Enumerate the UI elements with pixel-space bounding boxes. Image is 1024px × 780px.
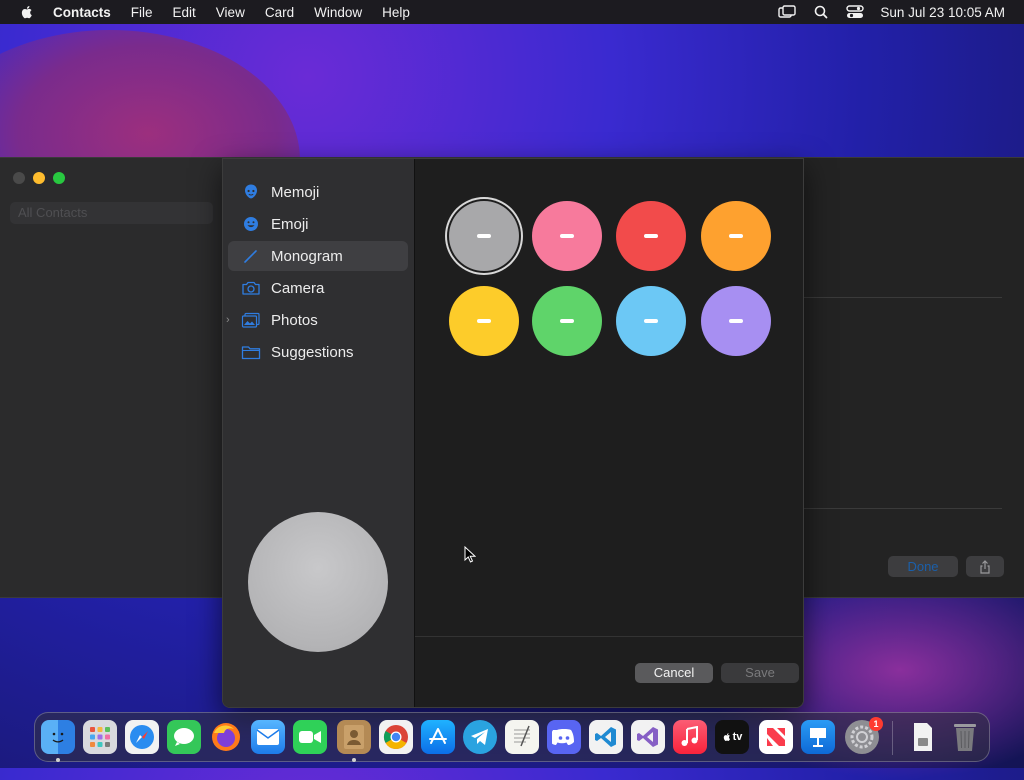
monogram-placeholder xyxy=(644,234,658,238)
picture-picker-sheet: Memoji Emoji Monogram Camera › Photos Su… xyxy=(222,158,804,708)
menu-help[interactable]: Help xyxy=(382,5,410,20)
running-indicator xyxy=(352,758,356,762)
telegram-icon[interactable] xyxy=(463,720,497,754)
disk-image-icon[interactable] xyxy=(906,720,940,754)
memoji-icon xyxy=(241,182,261,202)
source-item-label: Monogram xyxy=(271,247,343,265)
mouse-pointer-icon xyxy=(464,546,476,563)
save-button[interactable]: Save xyxy=(721,663,799,683)
source-item-label: Memoji xyxy=(271,183,320,201)
source-item-label: Emoji xyxy=(271,215,309,233)
menu-window[interactable]: Window xyxy=(314,5,362,20)
menu-card[interactable]: Card xyxy=(265,5,294,20)
window-zoom-button[interactable] xyxy=(53,172,65,184)
music-icon[interactable] xyxy=(673,720,707,754)
trash-icon[interactable] xyxy=(948,720,982,754)
menu-bar: Contacts File Edit View Card Window Help… xyxy=(0,0,1024,24)
contacts-app-icon[interactable] xyxy=(337,720,371,754)
monogram-placeholder xyxy=(560,234,574,238)
divider xyxy=(415,636,803,637)
vscode-icon[interactable] xyxy=(589,720,623,754)
dock-separator xyxy=(892,721,893,755)
firefox-icon[interactable] xyxy=(209,720,243,754)
source-item-label: Photos xyxy=(271,311,318,329)
monogram-placeholder xyxy=(729,234,743,238)
menu-edit[interactable]: Edit xyxy=(173,5,196,20)
color-swatch-yellow[interactable] xyxy=(449,286,519,356)
done-button[interactable]: Done xyxy=(888,556,958,577)
monogram-placeholder xyxy=(729,319,743,323)
color-swatch-pink[interactable] xyxy=(532,201,602,271)
monogram-color-grid: Cancel Save xyxy=(415,159,803,707)
monogram-placeholder xyxy=(560,319,574,323)
menu-view[interactable]: View xyxy=(216,5,245,20)
menu-contacts[interactable]: Contacts xyxy=(53,5,111,20)
source-item-label: Suggestions xyxy=(271,343,354,361)
share-icon xyxy=(980,559,990,574)
launchpad-icon[interactable] xyxy=(83,720,117,754)
safari-icon[interactable] xyxy=(125,720,159,754)
spotlight-search-icon[interactable] xyxy=(812,5,830,19)
contacts-sidebar: All Contacts xyxy=(0,158,222,597)
avatar-preview xyxy=(248,512,388,652)
source-item-suggestions[interactable]: Suggestions xyxy=(228,337,408,367)
source-item-camera[interactable]: Camera xyxy=(228,273,408,303)
control-center-icon[interactable] xyxy=(846,5,865,19)
color-swatch-gray[interactable] xyxy=(449,201,519,271)
source-item-memoji[interactable]: Memoji xyxy=(228,177,408,207)
screen-mirroring-icon[interactable] xyxy=(778,5,797,19)
divider xyxy=(802,297,1002,298)
textedit-icon[interactable] xyxy=(505,720,539,754)
dock: tv 1 xyxy=(34,712,990,762)
apple-tv-icon[interactable]: tv xyxy=(715,720,749,754)
facetime-icon[interactable] xyxy=(293,720,327,754)
window-minimize-button[interactable] xyxy=(33,172,45,184)
sidebar-item-all-contacts[interactable]: All Contacts xyxy=(10,202,213,224)
visual-studio-icon[interactable] xyxy=(631,720,665,754)
menu-clock[interactable]: Sun Jul 23 10:05 AM xyxy=(880,5,1005,20)
apple-tv-label: tv xyxy=(732,731,743,743)
mail-icon[interactable] xyxy=(251,720,285,754)
window-close-button[interactable] xyxy=(13,172,25,184)
source-item-label: Camera xyxy=(271,279,325,297)
news-icon[interactable] xyxy=(759,720,793,754)
pencil-icon xyxy=(241,246,261,266)
finder-icon[interactable] xyxy=(41,720,75,754)
chrome-icon[interactable] xyxy=(379,720,413,754)
messages-icon[interactable] xyxy=(167,720,201,754)
monogram-placeholder xyxy=(644,319,658,323)
apple-menu-icon[interactable] xyxy=(19,4,35,20)
photos-icon xyxy=(241,310,261,330)
cancel-button[interactable]: Cancel xyxy=(635,663,713,683)
app-store-icon[interactable] xyxy=(421,720,455,754)
discord-icon[interactable] xyxy=(547,720,581,754)
source-item-photos[interactable]: Photos xyxy=(228,305,408,335)
color-swatch-purple[interactable] xyxy=(701,286,771,356)
emoji-icon xyxy=(241,214,261,234)
divider xyxy=(802,508,1002,509)
color-swatch-blue[interactable] xyxy=(616,286,686,356)
camera-icon xyxy=(241,278,261,298)
menu-file[interactable]: File xyxy=(131,5,153,20)
source-item-emoji[interactable]: Emoji xyxy=(228,209,408,239)
system-settings-icon[interactable]: 1 xyxy=(845,717,883,754)
folder-icon xyxy=(241,342,261,362)
notification-badge: 1 xyxy=(869,717,883,731)
monogram-placeholder xyxy=(477,319,491,323)
picker-sidebar: Memoji Emoji Monogram Camera › Photos Su… xyxy=(223,159,415,707)
color-swatch-red[interactable] xyxy=(616,201,686,271)
running-indicator xyxy=(56,758,60,762)
keynote-icon[interactable] xyxy=(801,720,835,754)
share-button[interactable] xyxy=(966,556,1004,577)
color-swatch-green[interactable] xyxy=(532,286,602,356)
monogram-placeholder xyxy=(477,234,491,238)
source-item-monogram[interactable]: Monogram xyxy=(228,241,408,271)
color-swatch-orange[interactable] xyxy=(701,201,771,271)
